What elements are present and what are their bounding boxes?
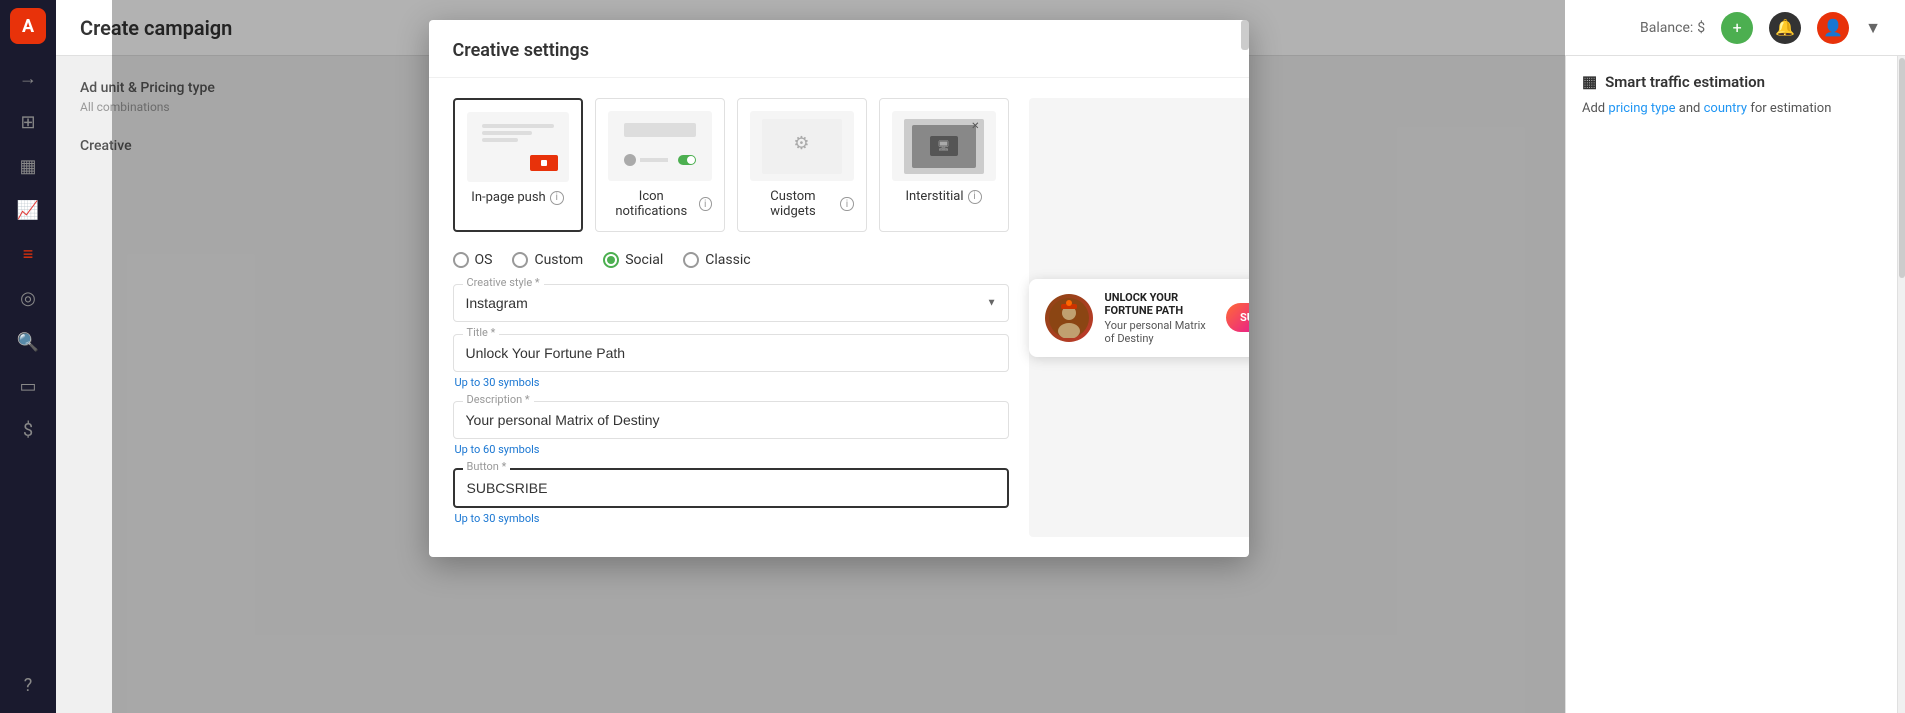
sidebar-item-target[interactable]: ◎ bbox=[8, 278, 48, 318]
radio-social-input[interactable] bbox=[603, 252, 619, 268]
top-bar-right: Balance: $ + 🔔 👤 ▼ bbox=[1640, 12, 1881, 44]
interstitial-info-icon[interactable]: i bbox=[968, 190, 982, 204]
modal-header: Creative settings bbox=[429, 20, 1249, 78]
modal-preview-area: × bbox=[1029, 98, 1249, 537]
inpage-push-info-icon[interactable]: i bbox=[550, 191, 564, 205]
notification-button[interactable]: 🔔 bbox=[1769, 12, 1801, 44]
custom-widgets-label: Custom widgets i bbox=[750, 189, 854, 219]
button-input[interactable] bbox=[453, 468, 1009, 508]
sidebar-item-help[interactable]: ? bbox=[8, 665, 48, 705]
scrollbar-thumb[interactable] bbox=[1899, 58, 1905, 278]
avatar-button[interactable]: 👤 bbox=[1817, 12, 1849, 44]
modal-overlay: Creative settings bbox=[112, 0, 1565, 713]
pricing-type-link[interactable]: pricing type bbox=[1608, 101, 1675, 116]
creative-style-select-wrapper: Instagram Facebook Twitter bbox=[453, 284, 1009, 322]
radio-classic-input[interactable] bbox=[683, 252, 699, 268]
description-hint: Up to 60 symbols bbox=[453, 443, 1009, 456]
inpage-push-preview bbox=[467, 112, 569, 182]
sidebar-item-arrow[interactable]: → bbox=[8, 58, 48, 98]
sidebar-item-list[interactable]: ≡ bbox=[8, 234, 48, 274]
preview-content: UNLOCK YOUR FORTUNE PATH Your personal M… bbox=[1105, 291, 1215, 345]
preview-description: Your personal Matrix of Destiny bbox=[1105, 319, 1215, 345]
add-button[interactable]: + bbox=[1721, 12, 1753, 44]
interstitial-label: Interstitial i bbox=[892, 189, 996, 204]
radio-custom[interactable]: Custom bbox=[512, 252, 583, 268]
right-panel: ▦ Smart traffic estimation Add pricing t… bbox=[1565, 56, 1905, 713]
sidebar-item-analytics[interactable]: 📈 bbox=[8, 190, 48, 230]
radio-social[interactable]: Social bbox=[603, 252, 663, 268]
radio-custom-input[interactable] bbox=[512, 252, 528, 268]
modal: Creative settings bbox=[429, 20, 1249, 557]
balance-label: Balance: bbox=[1640, 20, 1693, 36]
radio-group: OS Custom Social Classic bbox=[453, 252, 1009, 268]
chart-icon: ▦ bbox=[1582, 72, 1597, 91]
avatar-image bbox=[1049, 298, 1089, 338]
creative-style-label: Creative style * bbox=[463, 276, 544, 289]
modal-title: Creative settings bbox=[453, 40, 589, 61]
sidebar-item-home[interactable]: ⊞ bbox=[8, 102, 48, 142]
button-field-group: Button * bbox=[453, 468, 1009, 508]
button-hint: Up to 30 symbols bbox=[453, 512, 1009, 525]
preview-title: UNLOCK YOUR FORTUNE PATH bbox=[1105, 291, 1215, 317]
ad-card-interstitial[interactable]: 🖥 ✕ Interstitial i bbox=[879, 98, 1009, 232]
sidebar-item-dashboard[interactable]: ▦ bbox=[8, 146, 48, 186]
modal-body: In-page push i bbox=[429, 78, 1249, 557]
smart-traffic-title: ▦ Smart traffic estimation bbox=[1582, 72, 1889, 91]
description-input[interactable] bbox=[453, 401, 1009, 439]
ad-card-inpage-push[interactable]: In-page push i bbox=[453, 98, 583, 232]
preview-avatar bbox=[1045, 294, 1093, 342]
scrollbar-track bbox=[1897, 56, 1905, 713]
creative-style-select[interactable]: Instagram Facebook Twitter bbox=[453, 284, 1009, 322]
radio-os-input[interactable] bbox=[453, 252, 469, 268]
ad-card-custom-widgets[interactable]: ⚙ Custom widgets i bbox=[737, 98, 867, 232]
title-field-label: Title * bbox=[463, 326, 500, 339]
interstitial-preview: 🖥 ✕ bbox=[892, 111, 996, 181]
icon-notifications-preview bbox=[608, 111, 712, 181]
inpage-push-label: In-page push i bbox=[467, 190, 569, 205]
title-hint: Up to 30 symbols bbox=[453, 376, 1009, 389]
radio-os[interactable]: OS bbox=[453, 252, 493, 268]
preview-notification: × bbox=[1029, 279, 1249, 357]
dropdown-arrow[interactable]: ▼ bbox=[1865, 18, 1881, 38]
sidebar-item-search[interactable]: 🔍 bbox=[8, 322, 48, 362]
button-field-label: Button * bbox=[463, 460, 511, 473]
app-logo[interactable]: A bbox=[10, 8, 46, 44]
icon-notifications-info-icon[interactable]: i bbox=[699, 197, 712, 211]
title-input[interactable] bbox=[453, 334, 1009, 372]
custom-widgets-preview: ⚙ bbox=[750, 111, 854, 181]
title-field-group: Title * bbox=[453, 334, 1009, 372]
description-field-group: Description * bbox=[453, 401, 1009, 439]
balance-area: Balance: $ bbox=[1640, 20, 1705, 36]
ad-card-icon-notifications[interactable]: Icon notifications i bbox=[595, 98, 725, 232]
smart-traffic-description: Add pricing type and country for estimat… bbox=[1582, 99, 1889, 119]
ad-type-cards: In-page push i bbox=[453, 98, 1009, 232]
sidebar-item-billing[interactable]: ▭ bbox=[8, 366, 48, 406]
radio-classic[interactable]: Classic bbox=[683, 252, 750, 268]
icon-notifications-label: Icon notifications i bbox=[608, 189, 712, 219]
modal-form: In-page push i bbox=[453, 98, 1009, 537]
country-link[interactable]: country bbox=[1704, 101, 1748, 116]
creative-style-group: Creative style * Instagram Facebook Twit… bbox=[453, 284, 1009, 322]
sidebar-item-money[interactable]: $ bbox=[8, 410, 48, 450]
description-field-label: Description * bbox=[463, 393, 534, 406]
main-content: Create campaign Balance: $ + 🔔 👤 ▼ Ad un… bbox=[56, 0, 1905, 713]
sidebar: A → ⊞ ▦ 📈 ≡ ◎ 🔍 ▭ $ ? bbox=[0, 0, 56, 713]
modal-scroll-thumb[interactable] bbox=[1241, 20, 1249, 50]
preview-subscribe-button[interactable]: SUBCSRIBE bbox=[1226, 303, 1249, 332]
custom-widgets-info-icon[interactable]: i bbox=[840, 197, 853, 211]
balance-value: $ bbox=[1697, 20, 1705, 36]
